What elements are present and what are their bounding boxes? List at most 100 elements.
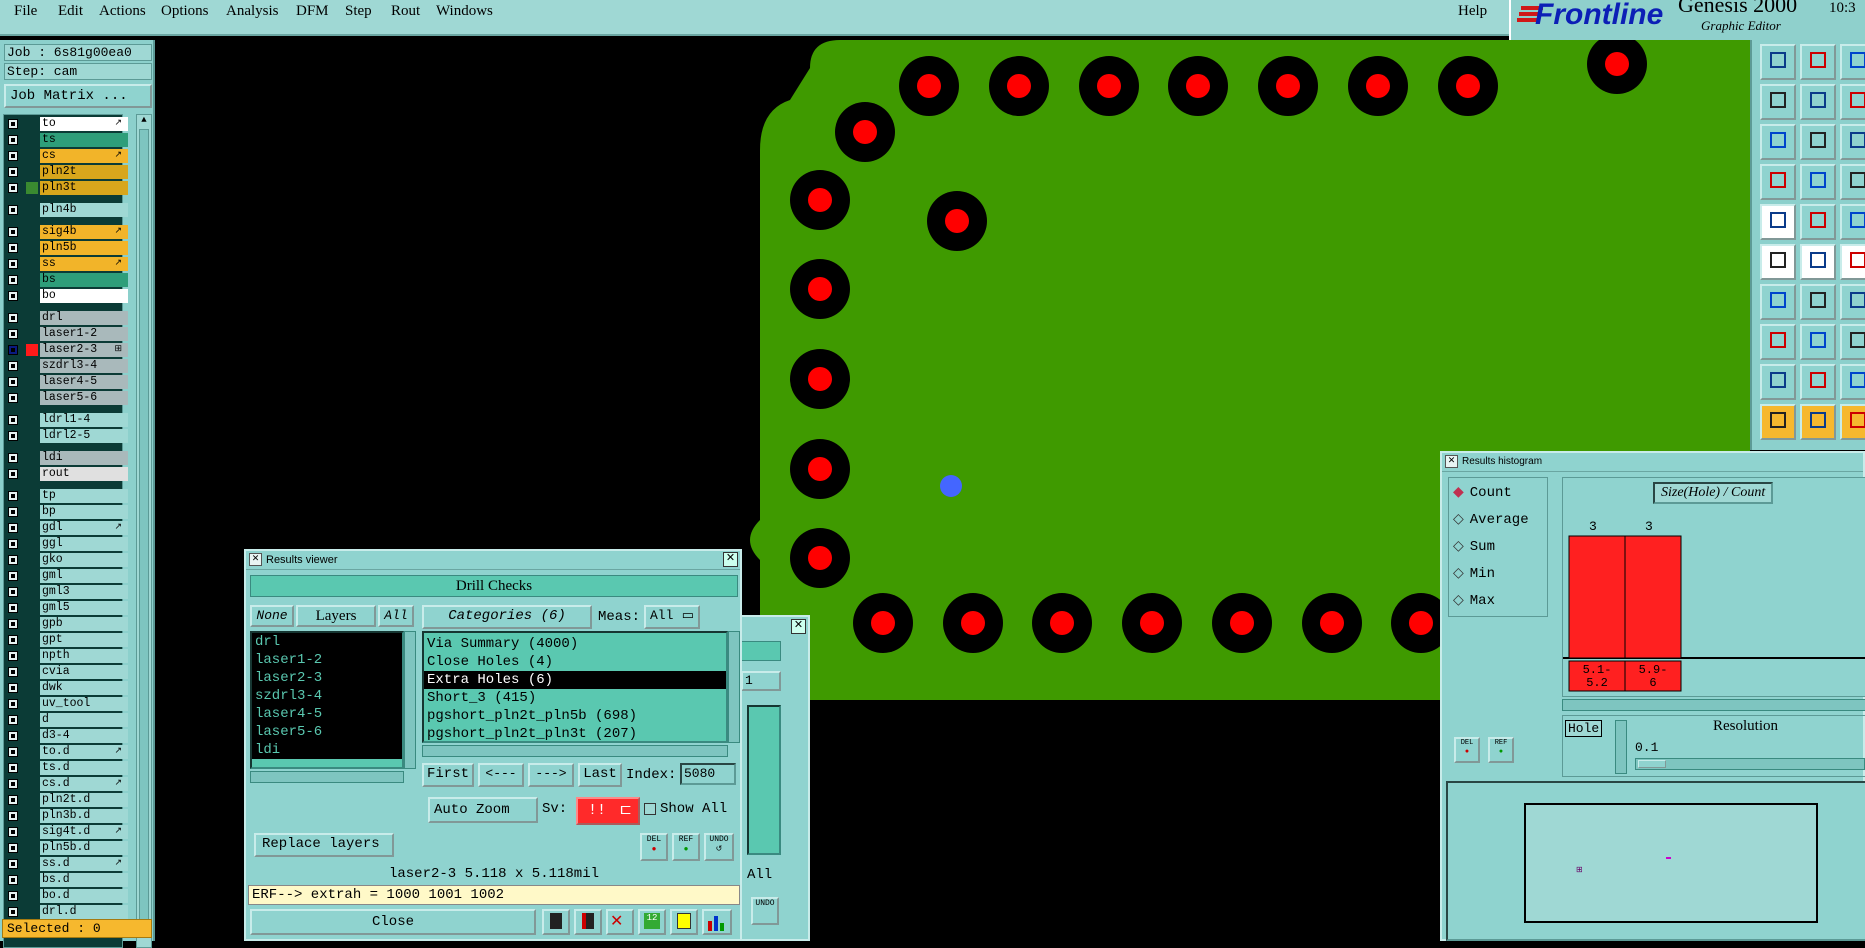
layer-row-to.d[interactable]: to.d ↗ (6, 745, 128, 759)
layer-row-dwk[interactable]: dwk (6, 681, 128, 695)
resolution-slider-thumb[interactable] (1638, 760, 1666, 768)
overview-board[interactable]: ⊞ (1524, 803, 1818, 923)
layer-checkbox[interactable] (8, 619, 18, 629)
drill-hole[interactable] (1050, 611, 1074, 635)
mode-min[interactable]: ◇ Min (1453, 565, 1495, 582)
layer-checkbox[interactable] (8, 843, 18, 853)
pad-icon[interactable] (1760, 204, 1796, 240)
meas-dropdown[interactable]: All ▭ (644, 605, 700, 629)
layer-checkbox[interactable] (8, 603, 18, 613)
back-undo-button[interactable]: UNDO (751, 897, 779, 925)
drill-hole[interactable] (808, 367, 832, 391)
trace-icon[interactable] (1800, 324, 1836, 360)
layer-checkbox[interactable] (8, 119, 18, 129)
close-button[interactable]: Close (250, 909, 536, 935)
layer-checkbox[interactable] (8, 377, 18, 387)
drill-hole[interactable] (1276, 74, 1300, 98)
measure-icon[interactable] (1760, 164, 1796, 200)
layer-checkbox[interactable] (8, 313, 18, 323)
layer-row-gpb[interactable]: gpb (6, 617, 128, 631)
layer-row-gko[interactable]: gko (6, 553, 128, 567)
layer-row-laser5-6[interactable]: laser5-6 (6, 391, 128, 405)
snap-icon[interactable] (1800, 244, 1836, 280)
layer-row-npth[interactable]: npth (6, 649, 128, 663)
mode-count[interactable]: ◆ Count (1453, 484, 1512, 501)
del-button[interactable]: DEL ● (640, 833, 668, 861)
layer-row-bs[interactable]: bs (6, 273, 128, 287)
drill-hole[interactable] (871, 611, 895, 635)
layer-row-szdrl3-4[interactable]: szdrl3-4 (6, 359, 128, 373)
polygon-icon[interactable] (1800, 364, 1836, 400)
drill-hole[interactable] (808, 457, 832, 481)
hist-del-button[interactable]: DEL ● (1454, 737, 1480, 763)
close-icon[interactable]: ✕ (791, 619, 806, 634)
drill-hole[interactable] (1007, 74, 1031, 98)
histogram-icon[interactable] (702, 909, 732, 935)
layer-row-gml5[interactable]: gml5 (6, 601, 128, 615)
layer-row-ldrl2-5[interactable]: ldrl2-5 (6, 429, 128, 443)
mirror-icon[interactable] (1760, 84, 1796, 120)
auto-zoom-dropdown[interactable]: Auto Zoom (428, 797, 538, 823)
menu-help[interactable]: Help (1458, 3, 1487, 20)
pan-icon[interactable] (1840, 404, 1865, 440)
layer-row-pln3b.d[interactable]: pln3b.d (6, 809, 128, 823)
layer-row-bo.d[interactable]: bo.d (6, 889, 128, 903)
drill-hole[interactable] (1230, 611, 1254, 635)
histogram-hscrollbar[interactable] (1562, 699, 1865, 711)
menu-actions[interactable]: Actions (99, 3, 146, 20)
arc-icon[interactable] (1840, 244, 1865, 280)
layer-row-pln3t[interactable]: pln3t (6, 181, 128, 195)
layer-checkbox[interactable] (8, 453, 18, 463)
result-layer-item[interactable]: drl (252, 633, 402, 651)
net-icon[interactable] (1840, 164, 1865, 200)
scroll-up-icon[interactable]: ▲ (138, 115, 150, 127)
layer-checkbox[interactable] (8, 811, 18, 821)
layer-checkbox[interactable] (8, 243, 18, 253)
layer-row-laser1-2[interactable]: laser1-2 (6, 327, 128, 341)
drill-hole[interactable] (1140, 611, 1164, 635)
angle-icon[interactable] (1760, 284, 1796, 320)
layer-row-drl[interactable]: drl (6, 311, 128, 325)
layer-checkbox[interactable] (8, 345, 18, 355)
window-menu-icon[interactable]: ✕ (1445, 455, 1458, 468)
select-icon[interactable] (1800, 404, 1836, 440)
layer-row-ldrl1-4[interactable]: ldrl1-4 (6, 413, 128, 427)
layer-checkbox[interactable] (8, 329, 18, 339)
layer-row-tp[interactable]: tp (6, 489, 128, 503)
category-item[interactable]: Short_3 (415) (424, 689, 726, 707)
layer-checkbox[interactable] (8, 699, 18, 709)
mode-average[interactable]: ◇ Average (1453, 511, 1529, 528)
layer-row-pln5b[interactable]: pln5b (6, 241, 128, 255)
result-layer-item[interactable]: laser4-5 (252, 705, 402, 723)
ref-button[interactable]: REF ● (672, 833, 700, 861)
first-button[interactable]: First (422, 763, 474, 787)
layer-checkbox[interactable] (8, 667, 18, 677)
layer-row-d3-4[interactable]: d3-4 (6, 729, 128, 743)
resize-icon[interactable] (1800, 84, 1836, 120)
prev-button[interactable]: <--- (478, 763, 524, 787)
menu-step[interactable]: Step (345, 3, 372, 20)
layers-button[interactable]: Layers (296, 605, 376, 627)
layer-checkbox[interactable] (8, 491, 18, 501)
layer-checkbox[interactable] (8, 507, 18, 517)
radio-diamond-icon[interactable]: ◇ (1453, 539, 1464, 555)
drill-hole[interactable] (1097, 74, 1121, 98)
layer-checkbox[interactable] (8, 205, 18, 215)
show-all-checkbox[interactable] (644, 803, 656, 815)
next-button[interactable]: ---> (528, 763, 574, 787)
layer-checkbox[interactable] (8, 291, 18, 301)
layer-row-uv_tool[interactable]: uv_tool (6, 697, 128, 711)
layer-scrollbar[interactable]: ▲ (136, 114, 152, 948)
layer-checkbox[interactable] (8, 555, 18, 565)
layer-checkbox[interactable] (8, 907, 18, 917)
window-menu-icon[interactable]: ✕ (249, 553, 262, 566)
layer-checkbox[interactable] (8, 683, 18, 693)
layer-row-ts[interactable]: ts (6, 133, 128, 147)
layer-checkbox[interactable] (8, 747, 18, 757)
radio-diamond-icon[interactable]: ◆ (1453, 485, 1464, 501)
severity-dropdown[interactable]: !! ⊏ (576, 797, 640, 825)
layer-row-gdl[interactable]: gdl ↗ (6, 521, 128, 535)
hole-scrollbar[interactable] (1615, 720, 1627, 774)
radio-diamond-icon[interactable]: ◇ (1453, 566, 1464, 582)
layer-row-pln2t.d[interactable]: pln2t.d (6, 793, 128, 807)
